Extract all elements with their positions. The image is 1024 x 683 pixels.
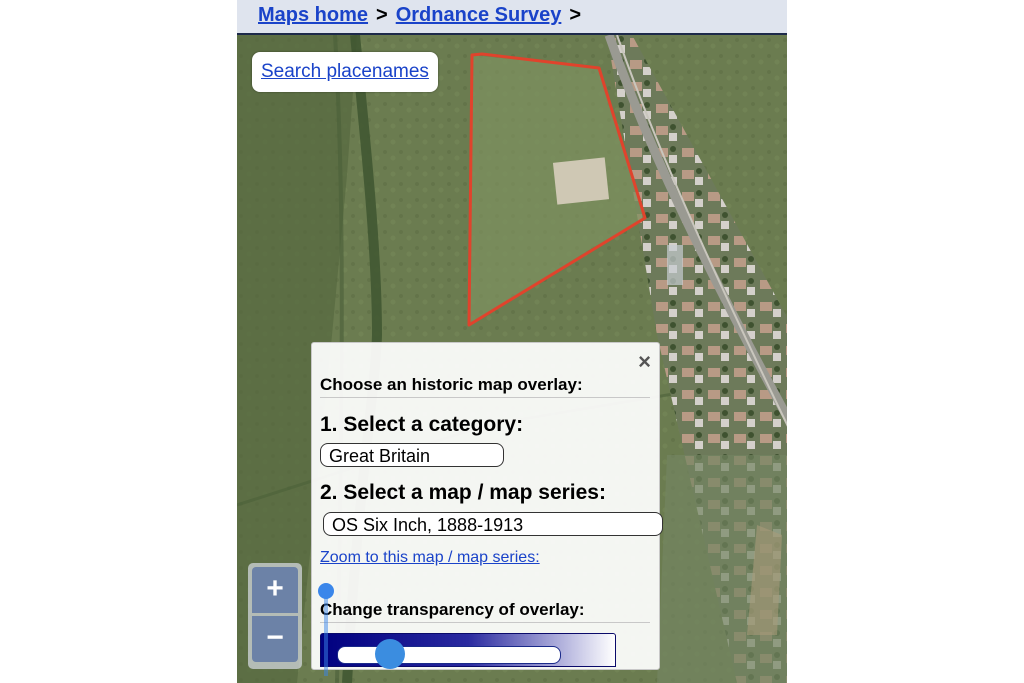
category-select[interactable]: Great Britain <box>320 443 504 467</box>
minus-icon: − <box>266 621 284 654</box>
panel-title: Choose an historic map overlay: <box>320 375 650 398</box>
step1-heading: 1. Select a category: <box>320 413 524 436</box>
transparency-slider[interactable] <box>320 633 616 669</box>
ordnance-survey-link[interactable]: Ordnance Survey <box>396 4 562 26</box>
building <box>667 245 683 285</box>
maps-home-link[interactable]: Maps home <box>258 4 368 26</box>
plus-icon: + <box>266 572 284 605</box>
search-placenames-button[interactable]: Search placenames <box>252 52 438 92</box>
zoom-controls: + − <box>248 563 302 669</box>
location-marker-icon[interactable] <box>318 583 334 599</box>
map-series-select[interactable]: OS Six Inch, 1888-1913 <box>323 512 663 536</box>
zoom-out-button[interactable]: − <box>252 616 298 662</box>
zoom-in-button[interactable]: + <box>252 567 298 613</box>
overlay-panel: × Choose an historic map overlay: 1. Sel… <box>311 342 663 670</box>
breadcrumb-trail: Maps home > Ordnance Survey > <box>258 4 589 27</box>
map-app: Maps home > Ordnance Survey > Search pla… <box>237 0 787 683</box>
breadcrumb-separator: > <box>376 4 388 26</box>
zoom-to-map-link[interactable]: Zoom to this map / map series: <box>320 549 540 567</box>
slider-thumb[interactable] <box>374 639 405 669</box>
close-icon[interactable]: × <box>638 349 651 375</box>
riding-arena <box>552 157 610 205</box>
location-marker-stem <box>324 596 328 676</box>
step2-heading: 2. Select a map / map series: <box>320 481 606 504</box>
slider-track <box>337 646 561 664</box>
transparency-heading: Change transparency of overlay: <box>320 600 650 623</box>
breadcrumb: Maps home > Ordnance Survey > <box>237 0 787 35</box>
breadcrumb-trailing-separator: > <box>569 4 582 26</box>
